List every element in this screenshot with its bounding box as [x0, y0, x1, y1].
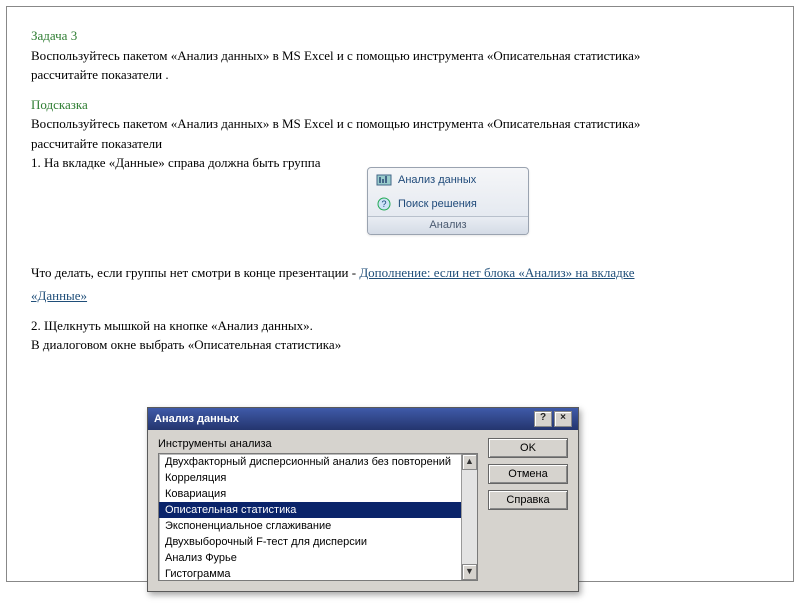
- scrollbar[interactable]: ▲ ▼: [461, 454, 477, 580]
- svg-text:?: ?: [381, 199, 386, 209]
- note-link-part-2[interactable]: «Данные»: [31, 288, 87, 303]
- list-item[interactable]: Гистограмма: [159, 566, 477, 581]
- task-heading: Задача 3: [31, 27, 769, 45]
- dialog-titlebar: Анализ данных ? ×: [148, 408, 578, 430]
- note-prefix: Что делать, если группы нет смотри в кон…: [31, 265, 359, 280]
- ribbon-group-analysis: Анализ данных ? Поиск решения Анализ: [367, 167, 529, 235]
- dialog-title: Анализ данных: [154, 413, 239, 425]
- tools-listbox[interactable]: Двухфакторный дисперсионный анализ без п…: [158, 453, 478, 581]
- dialog-list-label: Инструменты анализа: [158, 438, 478, 450]
- scroll-down-icon[interactable]: ▼: [462, 564, 477, 580]
- step-2b: В диалоговом окне выбрать «Описательная …: [31, 336, 769, 354]
- cancel-button[interactable]: Отмена: [488, 464, 568, 484]
- list-item[interactable]: Двухфакторный дисперсионный анализ без п…: [159, 454, 477, 470]
- note-link-part-1[interactable]: Дополнение: если нет блока «Анализ» на в…: [359, 265, 634, 280]
- ok-button[interactable]: OK: [488, 438, 568, 458]
- dialog-help-button[interactable]: ?: [534, 411, 552, 427]
- solver-icon: ?: [376, 196, 392, 212]
- dialog-close-button[interactable]: ×: [554, 411, 572, 427]
- list-item[interactable]: Двухвыборочный F-тест для дисперсии: [159, 534, 477, 550]
- data-analysis-icon: [376, 172, 392, 188]
- hint-line-1: Воспользуйтесь пакетом «Анализ данных» в…: [31, 115, 769, 133]
- list-item[interactable]: Корреляция: [159, 470, 477, 486]
- task-line-2: рассчитайте показатели .: [31, 66, 769, 84]
- dialog-data-analysis: Анализ данных ? × Инструменты анализа Дв…: [147, 407, 579, 592]
- list-item[interactable]: Анализ Фурье: [159, 550, 477, 566]
- help-button[interactable]: Справка: [488, 490, 568, 510]
- scroll-up-icon[interactable]: ▲: [462, 454, 477, 470]
- document-frame: Задача 3 Воспользуйтесь пакетом «Анализ …: [6, 6, 794, 582]
- ribbon-group-caption: Анализ: [368, 216, 528, 234]
- list-item[interactable]: Экспоненциальное сглаживание: [159, 518, 477, 534]
- hint-line-2: рассчитайте показатели: [31, 135, 769, 153]
- note-line: Что делать, если группы нет смотри в кон…: [31, 264, 769, 282]
- ribbon-button-label: Поиск решения: [398, 198, 477, 210]
- step-2a: 2. Щелкнуть мышкой на кнопке «Анализ дан…: [31, 317, 769, 335]
- ribbon-button-data-analysis[interactable]: Анализ данных: [368, 168, 528, 192]
- list-item[interactable]: Описательная статистика: [159, 502, 477, 518]
- task-line-1: Воспользуйтесь пакетом «Анализ данных» в…: [31, 47, 769, 65]
- ribbon-button-label: Анализ данных: [398, 174, 476, 186]
- list-item[interactable]: Ковариация: [159, 486, 477, 502]
- ribbon-button-solver[interactable]: ? Поиск решения: [368, 192, 528, 216]
- hint-heading: Подсказка: [31, 96, 769, 114]
